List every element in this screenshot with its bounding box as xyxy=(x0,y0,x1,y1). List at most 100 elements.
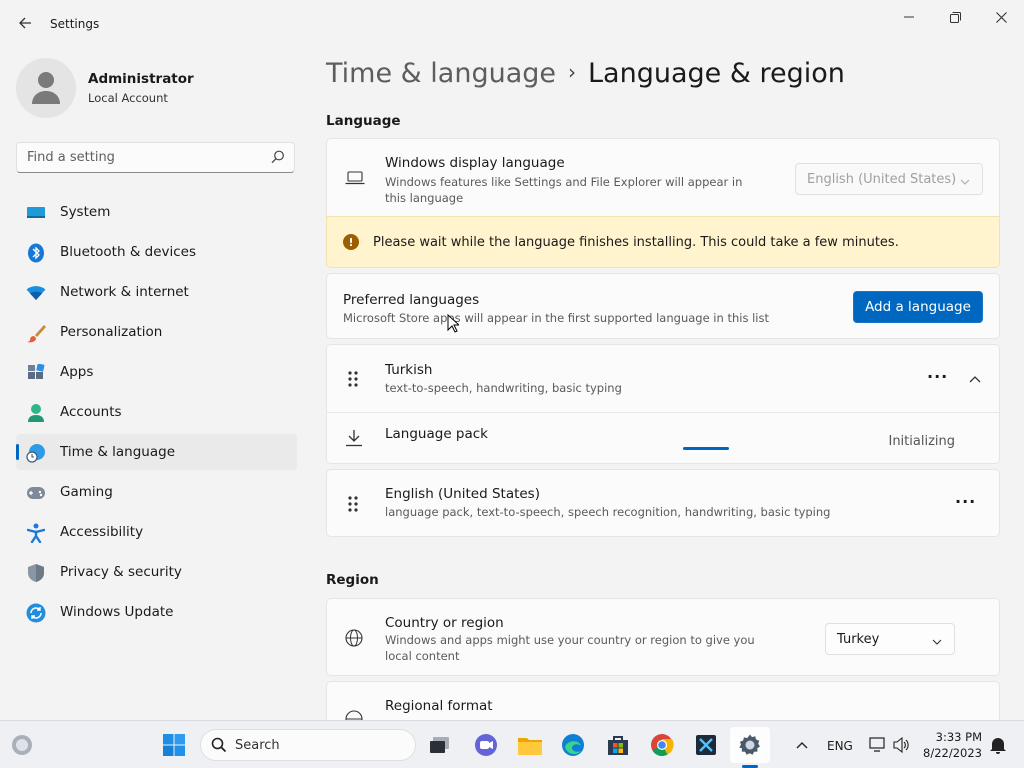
more-options-button[interactable]: ··· xyxy=(955,492,976,511)
edge-icon xyxy=(562,734,584,756)
brush-icon xyxy=(26,323,46,343)
gear-icon xyxy=(739,734,760,755)
sidebar-item-time-language[interactable]: Time & language xyxy=(16,434,297,470)
sidebar-item-label: Time & language xyxy=(60,444,176,460)
sidebar-item-apps[interactable]: Apps xyxy=(16,354,297,390)
app-launcher-button[interactable] xyxy=(692,731,720,759)
sidebar-item-accounts[interactable]: Accounts xyxy=(16,394,297,430)
breadcrumb-separator: › xyxy=(568,60,577,84)
country-region-subtitle: Windows and apps might use your country … xyxy=(385,633,755,663)
chevron-up-icon xyxy=(796,742,808,749)
language-item-header[interactable]: Turkish text-to-speech, handwriting, bas… xyxy=(327,345,999,413)
show-hidden-icons-button[interactable] xyxy=(788,731,816,759)
restore-icon xyxy=(949,11,961,23)
language-name: Turkish xyxy=(385,362,433,378)
file-explorer-button[interactable] xyxy=(516,731,544,759)
store-button[interactable] xyxy=(604,731,632,759)
settings-search[interactable] xyxy=(16,142,295,173)
sidebar-item-accessibility[interactable]: Accessibility xyxy=(16,514,297,550)
taskbar-search-label: Search xyxy=(235,738,280,753)
close-icon xyxy=(995,11,1007,23)
close-button[interactable] xyxy=(978,4,1024,30)
volume-tray-icon[interactable] xyxy=(888,731,916,759)
start-button[interactable] xyxy=(160,731,188,759)
sidebar-item-windows-update[interactable]: Windows Update xyxy=(16,594,297,630)
search-input[interactable] xyxy=(17,143,262,172)
chevron-up-icon[interactable] xyxy=(969,375,981,383)
windows-logo-icon xyxy=(163,734,185,756)
breadcrumb-parent[interactable]: Time & language xyxy=(326,58,556,89)
settings-app-button[interactable] xyxy=(736,731,764,759)
edge-button[interactable] xyxy=(559,731,587,759)
language-section-heading: Language xyxy=(326,113,401,129)
language-item-turkish: Turkish text-to-speech, handwriting, bas… xyxy=(326,344,1000,464)
add-language-button[interactable]: Add a language xyxy=(853,291,983,323)
country-region-title: Country or region xyxy=(385,615,504,631)
update-icon xyxy=(26,603,46,623)
language-item-english[interactable]: English (United States) language pack, t… xyxy=(326,469,1000,537)
sidebar-item-label: System xyxy=(60,204,111,220)
more-options-button[interactable]: ··· xyxy=(927,367,948,386)
avatar xyxy=(16,58,76,118)
region-section-heading: Region xyxy=(326,572,379,588)
system-clock[interactable]: 3:33 PM 8/22/2023 xyxy=(922,729,982,761)
drag-handle-icon[interactable] xyxy=(347,495,359,513)
clock-time: 3:33 PM xyxy=(935,730,982,744)
preferred-languages-title: Preferred languages xyxy=(343,292,480,308)
sidebar-item-label: Apps xyxy=(60,364,94,380)
maximize-button[interactable] xyxy=(932,4,978,30)
profile-account-type: Local Account xyxy=(88,91,168,105)
sidebar-item-label: Bluetooth & devices xyxy=(60,244,197,260)
language-pack-row: Language pack Initializing xyxy=(327,413,999,464)
taskbar-search[interactable]: Search xyxy=(200,729,416,761)
task-view-button[interactable] xyxy=(426,731,454,759)
minimize-button[interactable] xyxy=(886,4,932,30)
sidebar-item-label: Personalization xyxy=(60,324,163,340)
sidebar-item-personalization[interactable]: Personalization xyxy=(16,314,297,350)
sidebar-item-network[interactable]: Network & internet xyxy=(16,274,297,310)
drag-handle-icon[interactable] xyxy=(347,370,359,388)
install-warning-banner: ! Please wait while the language finishe… xyxy=(326,216,1000,268)
taskbar: Search ENG 3:33 PM 8/22/2023 xyxy=(0,720,1024,768)
chrome-icon xyxy=(651,734,674,756)
preferred-languages-card: Preferred languages Microsoft Store apps… xyxy=(326,273,1000,339)
display-language-card: Windows display language Windows feature… xyxy=(326,138,1000,218)
notifications-button[interactable] xyxy=(984,731,1012,759)
search-icon xyxy=(271,150,285,168)
sidebar-item-label: Privacy & security xyxy=(60,564,182,580)
chat-icon xyxy=(475,734,497,756)
input-language-indicator[interactable]: ENG xyxy=(827,739,853,753)
country-region-card: Country or region Windows and apps might… xyxy=(326,598,1000,676)
language-pack-label: Language pack xyxy=(385,426,488,442)
sidebar-item-label: Windows Update xyxy=(60,604,174,620)
system-icon xyxy=(26,203,46,223)
sidebar-item-label: Network & internet xyxy=(60,284,189,300)
sidebar-item-system[interactable]: System xyxy=(16,194,297,230)
app-icon xyxy=(696,735,716,755)
chrome-button[interactable] xyxy=(648,731,676,759)
sidebar-item-bluetooth[interactable]: Bluetooth & devices xyxy=(16,234,297,270)
regional-format-card[interactable]: Regional format xyxy=(326,681,1000,720)
user-profile[interactable]: Administrator Local Account xyxy=(16,58,194,118)
sidebar-item-gaming[interactable]: Gaming xyxy=(16,474,297,510)
back-button[interactable] xyxy=(14,12,36,34)
regional-format-icon xyxy=(345,710,363,720)
warning-text: Please wait while the language finishes … xyxy=(373,235,899,250)
globe-clock-icon xyxy=(26,443,46,463)
country-region-dropdown[interactable]: Turkey xyxy=(825,623,955,655)
widgets-button[interactable] xyxy=(8,731,36,759)
shield-icon xyxy=(26,563,46,583)
network-icon xyxy=(869,737,885,752)
progress-fill xyxy=(683,447,729,450)
language-features: text-to-speech, handwriting, basic typin… xyxy=(385,381,622,395)
language-name: English (United States) xyxy=(385,486,540,502)
preferred-languages-subtitle: Microsoft Store apps will appear in the … xyxy=(343,311,769,325)
sidebar-nav: System Bluetooth & devices Network & int… xyxy=(16,194,297,634)
apps-icon xyxy=(26,363,46,383)
language-pack-progress xyxy=(683,447,785,450)
sidebar-item-label: Accounts xyxy=(60,404,122,420)
teams-chat-button[interactable] xyxy=(472,731,500,759)
sidebar-item-privacy[interactable]: Privacy & security xyxy=(16,554,297,590)
wifi-icon xyxy=(26,283,46,303)
display-language-dropdown[interactable]: English (United States) xyxy=(795,163,983,195)
